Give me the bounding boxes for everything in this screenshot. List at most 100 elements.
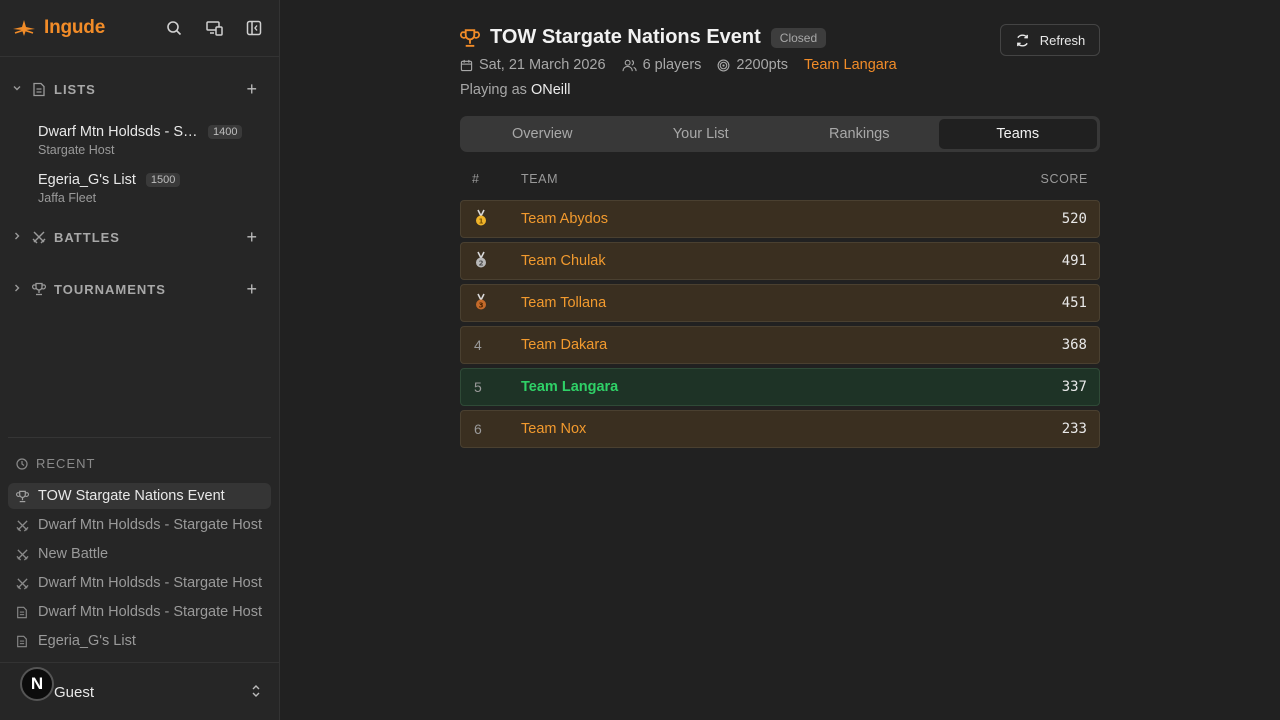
svg-text:3: 3: [479, 301, 484, 309]
event-tabs: Overview Your List Rankings Teams: [460, 116, 1100, 152]
add-tournament-button[interactable]: +: [246, 280, 257, 298]
column-team: TEAM: [521, 172, 559, 186]
svg-text:1: 1: [479, 217, 484, 225]
sidebar-header: Ingude: [0, 0, 279, 57]
sidebar-section-tournaments[interactable]: TOURNAMENTS +: [12, 275, 267, 303]
recent-item[interactable]: New Battle: [8, 541, 271, 567]
bronze-medal-icon: 3: [474, 293, 488, 314]
team-rank: 5: [474, 379, 482, 395]
table-header: # TEAM SCORE: [460, 172, 1100, 192]
table-row[interactable]: 1 Team Abydos 520: [460, 200, 1100, 238]
section-label: BATTLES: [54, 229, 120, 245]
list-subtitle: Jaffa Fleet: [38, 191, 97, 205]
file-icon: [32, 82, 46, 97]
tab-your-list[interactable]: Your List: [622, 119, 781, 149]
silver-medal-icon: 2: [474, 251, 488, 272]
event-players: 6 players: [622, 57, 702, 73]
user-menu[interactable]: N Guest: [0, 662, 279, 720]
recent-title: Dwarf Mtn Holdsds - Stargate Host: [38, 575, 263, 591]
recent-label: RECENT: [36, 456, 96, 471]
table-row[interactable]: 6 Team Nox 233: [460, 410, 1100, 448]
app-logo[interactable]: Ingude: [12, 17, 105, 39]
list-item[interactable]: Egeria_G's List 1500 Jaffa Fleet: [38, 172, 267, 205]
event-points: 2200pts: [717, 57, 788, 73]
team-name: Team Nox: [521, 421, 587, 437]
chevron-down-icon: [12, 83, 26, 96]
collapse-sidebar-icon[interactable]: [241, 15, 267, 41]
playing-as: Playing as ONeill: [460, 82, 570, 98]
table-row[interactable]: 3 Team Tollana 451: [460, 284, 1100, 322]
team-score: 337: [1061, 379, 1087, 395]
page-title: TOW Stargate Nations Event: [490, 26, 761, 48]
team-name: Team Langara: [521, 379, 619, 395]
crossed-swords-icon: [16, 548, 30, 561]
team-score: 451: [1061, 295, 1087, 311]
status-badge: Closed: [770, 27, 827, 48]
table-row[interactable]: 2 Team Chulak 491: [460, 242, 1100, 280]
playing-as-label: Playing as: [460, 82, 527, 98]
chevron-right-icon: [12, 231, 26, 244]
sidebar-section-battles[interactable]: BATTLES +: [12, 223, 267, 251]
team-score: 520: [1061, 211, 1087, 227]
event-points-text: 2200pts: [736, 57, 789, 73]
event-meta: Sat, 21 March 2026 6 players 2200pts Tea…: [460, 57, 897, 73]
table-row-own-team[interactable]: 5 Team Langara 337: [460, 368, 1100, 406]
recent-item[interactable]: Dwarf Mtn Holdsds - Stargate Host: [8, 570, 271, 596]
recent-header: RECENT: [16, 456, 95, 471]
tab-teams[interactable]: Teams: [938, 119, 1097, 149]
recent-item[interactable]: Egeria_G's List: [8, 628, 271, 654]
devices-icon[interactable]: [201, 15, 227, 41]
list-title: Egeria_G's List: [38, 172, 136, 188]
player-name: ONeill: [530, 82, 571, 98]
team-score: 233: [1061, 421, 1087, 437]
app-name: Ingude: [44, 17, 106, 38]
trophy-icon: [460, 28, 480, 47]
points-badge: 1400: [208, 125, 243, 139]
gold-medal-icon: 1: [474, 209, 488, 230]
add-list-button[interactable]: +: [246, 80, 257, 98]
event-players-text: 6 players: [642, 57, 702, 73]
file-icon: [16, 635, 30, 648]
user-name: Guest: [54, 684, 95, 701]
event-team-link[interactable]: Team Langara: [804, 57, 897, 73]
chevron-right-icon: [12, 283, 26, 296]
event-header: TOW Stargate Nations Event Closed: [460, 26, 827, 49]
refresh-button[interactable]: Refresh: [1000, 24, 1100, 56]
clock-icon: [16, 457, 28, 470]
crossed-swords-icon: [16, 577, 30, 590]
avatar[interactable]: N: [20, 667, 54, 701]
users-icon: [622, 59, 637, 71]
table-row[interactable]: 4 Team Dakara 368: [460, 326, 1100, 364]
team-rank: 4: [474, 337, 482, 353]
tab-rankings[interactable]: Rankings: [780, 119, 939, 149]
team-score: 368: [1061, 337, 1087, 353]
recent-item[interactable]: Dwarf Mtn Holdsds - Stargate Host: [8, 599, 271, 625]
sidebar: Ingude LISTS + Dwarf Mtn Holdsds - Starg…: [0, 0, 280, 720]
crossed-swords-icon: [32, 230, 46, 244]
sidebar-divider: [8, 437, 271, 438]
recent-title: Dwarf Mtn Holdsds - Stargate Host: [38, 517, 263, 533]
recent-title: Dwarf Mtn Holdsds - Stargate Host: [38, 604, 263, 620]
column-score: SCORE: [1040, 172, 1088, 186]
trophy-icon: [32, 282, 46, 296]
calendar-icon: [460, 59, 473, 71]
add-battle-button[interactable]: +: [246, 228, 257, 246]
recent-item[interactable]: Dwarf Mtn Holdsds - Stargate Host: [8, 512, 271, 538]
refresh-icon: [1016, 33, 1028, 47]
team-name: Team Chulak: [521, 253, 606, 269]
tab-overview[interactable]: Overview: [463, 119, 622, 149]
search-icon[interactable]: [161, 15, 187, 41]
team-name: Team Tollana: [521, 295, 607, 311]
section-label: TOURNAMENTS: [54, 281, 166, 297]
section-label: LISTS: [54, 81, 96, 97]
team-name: Team Dakara: [521, 337, 608, 353]
recent-item[interactable]: TOW Stargate Nations Event: [8, 483, 271, 509]
event-date: Sat, 21 March 2026: [460, 57, 606, 73]
crossed-swords-icon: [16, 519, 30, 532]
points-badge: 1500: [145, 173, 181, 187]
list-item[interactable]: Dwarf Mtn Holdsds - Stargate Host 1400 S…: [38, 124, 267, 157]
team-name: Team Abydos: [521, 211, 609, 227]
sidebar-section-lists[interactable]: LISTS +: [12, 75, 267, 103]
event-date-text: Sat, 21 March 2026: [479, 57, 606, 73]
refresh-label: Refresh: [1039, 32, 1086, 48]
